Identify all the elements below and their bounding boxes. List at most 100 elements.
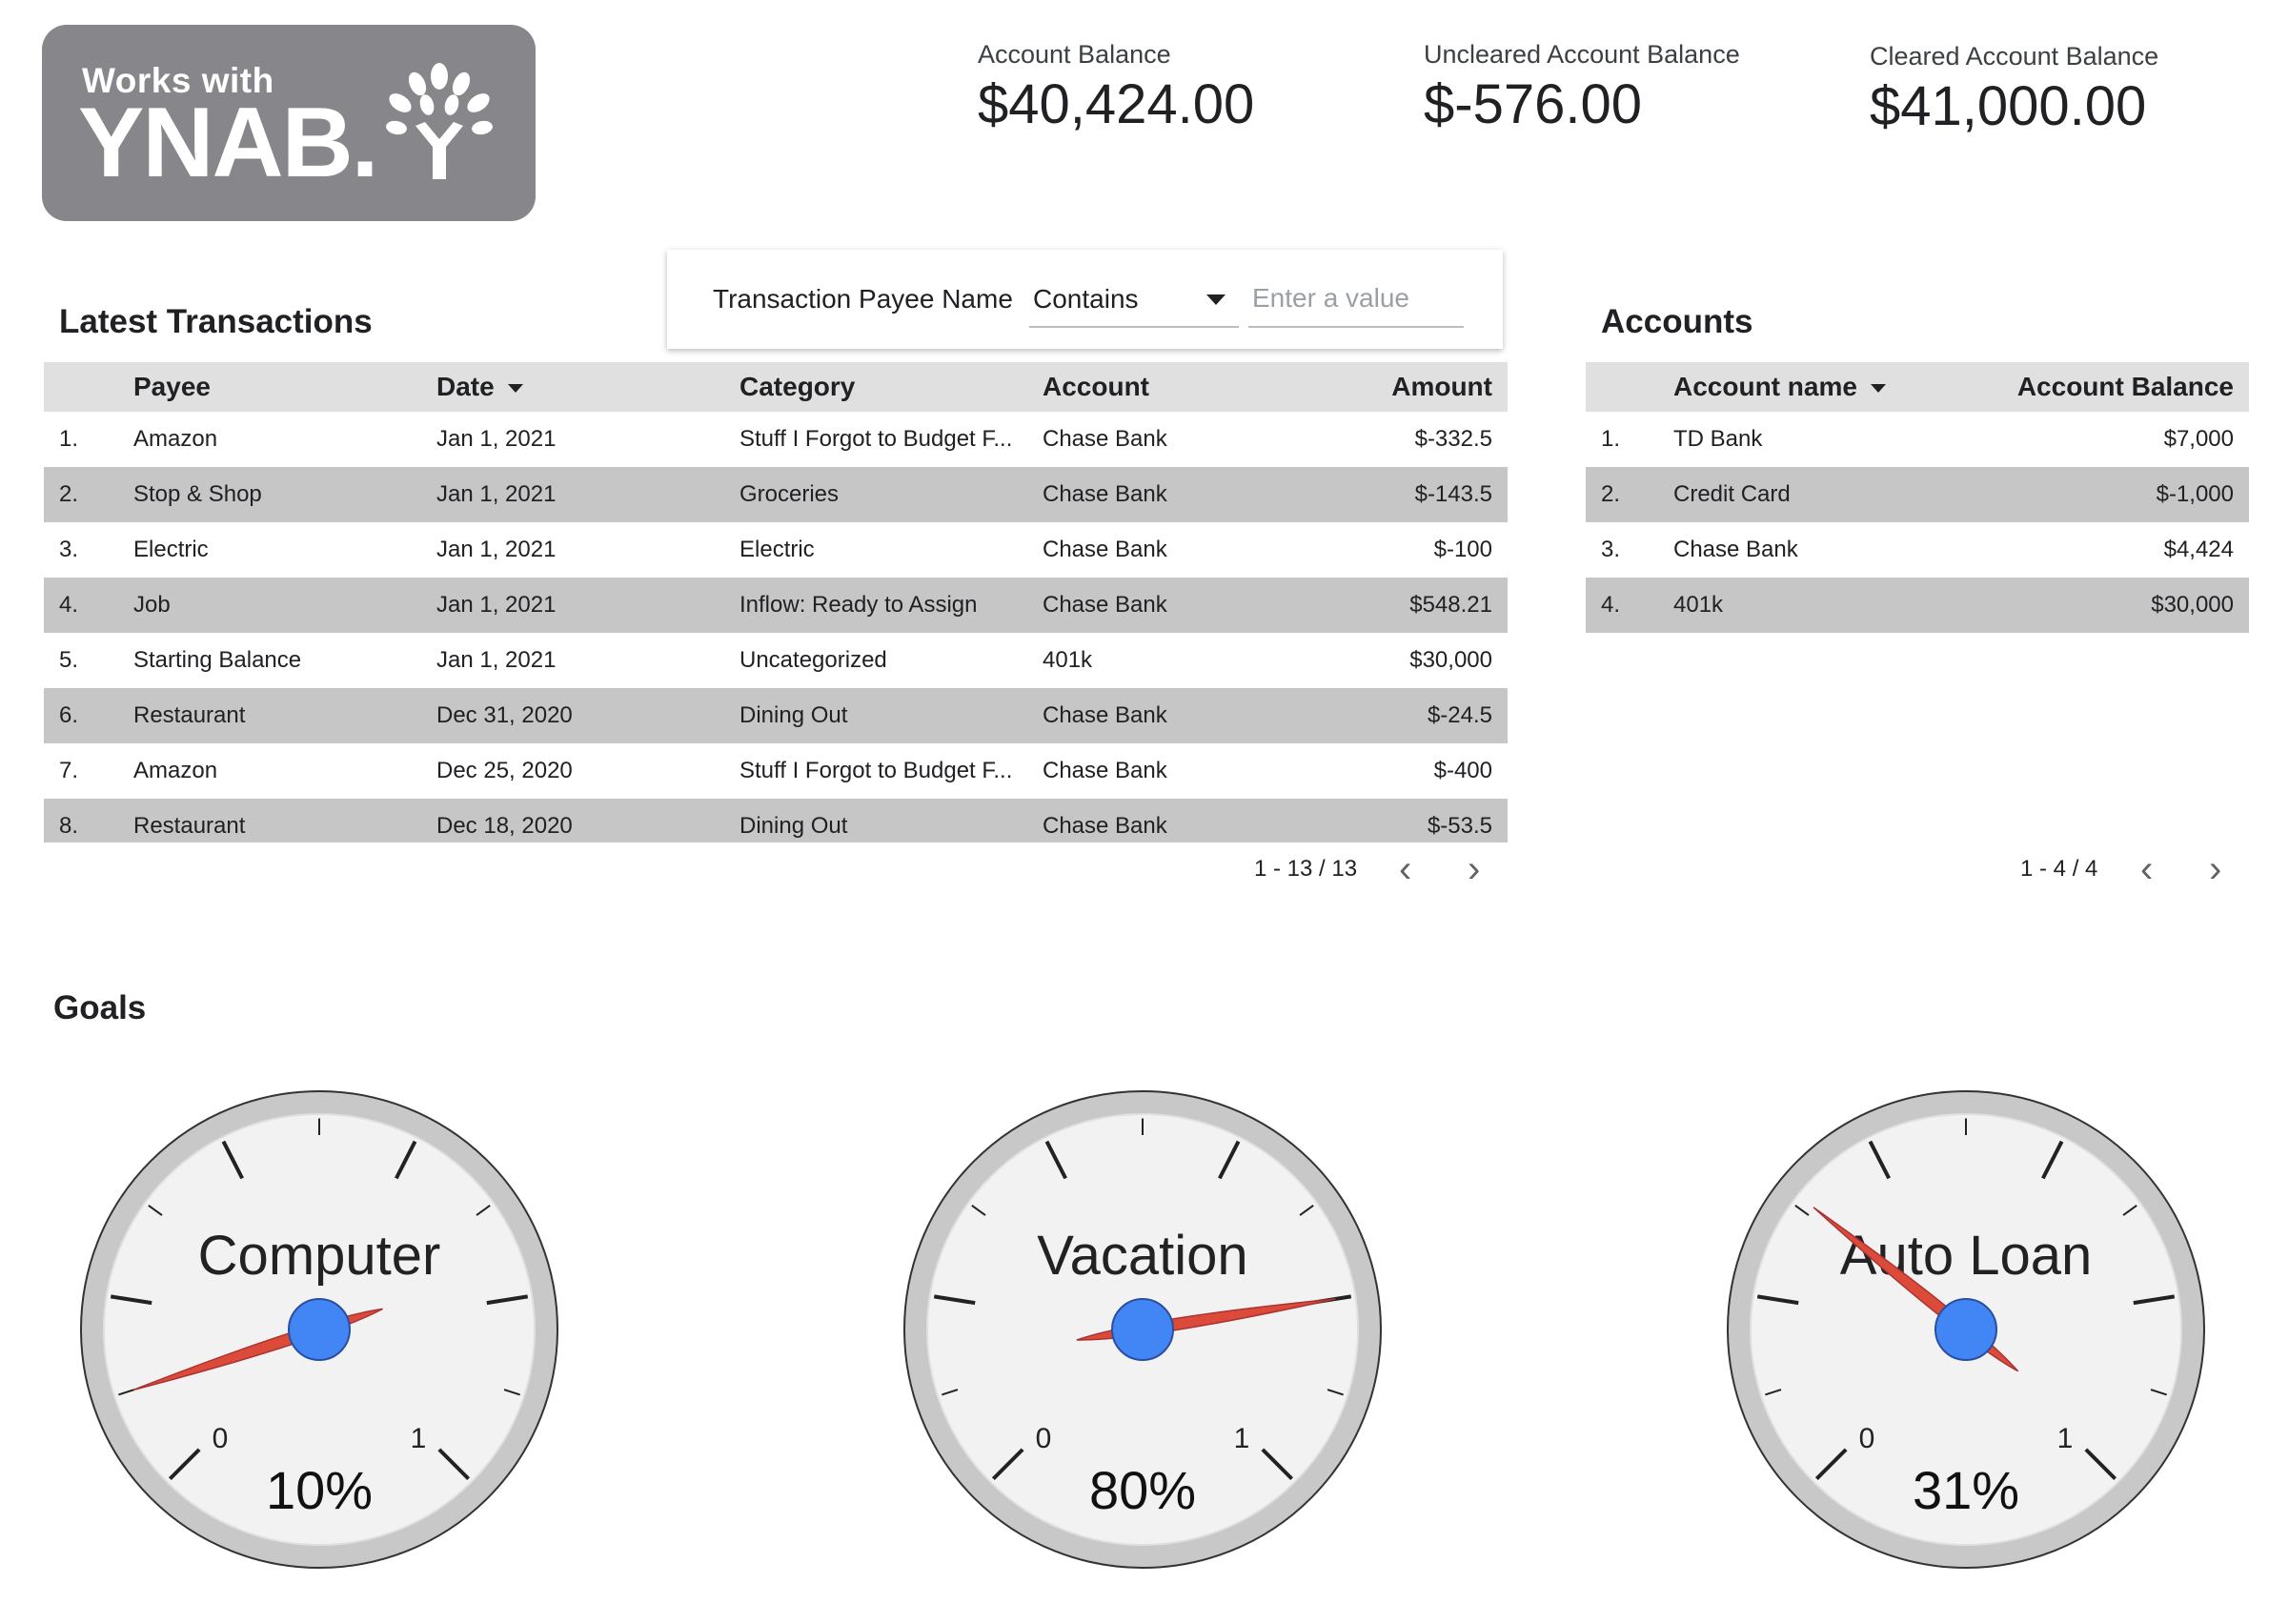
- table-header-row: Account name Account Balance: [1586, 362, 2249, 412]
- gauge-title: Vacation: [1037, 1225, 1247, 1287]
- table-row[interactable]: 6. Restaurant Dec 31, 2020 Dining Out Chase …: [44, 688, 1508, 743]
- amount-cell: $-53.5: [1262, 799, 1508, 842]
- amount-cell: $30,000: [1262, 633, 1508, 688]
- category-cell: Groceries: [739, 467, 1043, 522]
- account-name-cell: Credit Card: [1673, 467, 1978, 522]
- row-index: 7.: [44, 743, 133, 799]
- accounts-body: 1. TD Bank $7,000 2. Credit Card $-1,000 3. Cha…: [1586, 412, 2249, 633]
- account-balance-value: $40,424.00: [978, 73, 1255, 135]
- accounts-table: Account name Account Balance 1. TD Bank $7…: [1586, 362, 2249, 633]
- goal-gauge-vacation: 0 1 Vacation 80%: [903, 1090, 1382, 1569]
- accounts-pagination: 1 - 4 / 4: [2020, 856, 2098, 882]
- header-date[interactable]: Date: [436, 362, 739, 412]
- date-cell: Dec 31, 2020: [436, 688, 739, 743]
- account-cell: Chase Bank: [1043, 467, 1262, 522]
- gauge-value-label: 31%: [1913, 1460, 2019, 1520]
- account-balance-cell: $-1,000: [1978, 467, 2249, 522]
- filter-value-input[interactable]: [1248, 271, 1464, 328]
- prev-page-icon[interactable]: ‹: [1399, 850, 1411, 888]
- date-cell: Jan 1, 2021: [436, 522, 739, 578]
- header-account-balance[interactable]: Account Balance: [1978, 362, 2249, 412]
- payee-cell: Starting Balance: [133, 633, 436, 688]
- amount-cell: $-400: [1262, 743, 1508, 799]
- payee-cell: Amazon: [133, 743, 436, 799]
- amount-cell: $-24.5: [1262, 688, 1508, 743]
- gauge-min-label: 0: [213, 1423, 229, 1454]
- table-row[interactable]: 2. Credit Card $-1,000: [1586, 467, 2249, 522]
- amount-cell: $-143.5: [1262, 467, 1508, 522]
- header-date-label: Date: [436, 372, 495, 401]
- header-payee[interactable]: Payee: [133, 362, 436, 412]
- amount-cell: $-332.5: [1262, 412, 1508, 467]
- table-row[interactable]: 4. 401k $30,000: [1586, 578, 2249, 633]
- row-index: 3.: [1586, 522, 1673, 578]
- transactions-table-container: Payee Date Category Account Amount 1. Ama…: [44, 362, 1508, 842]
- amount-cell: $-100: [1262, 522, 1508, 578]
- next-page-icon[interactable]: ›: [2209, 850, 2221, 888]
- payee-filter-control: Transaction Payee Name Contains: [667, 250, 1503, 349]
- payee-cell: Restaurant: [133, 799, 436, 842]
- category-cell: Stuff I Forgot to Budget F...: [739, 412, 1043, 467]
- payee-cell: Amazon: [133, 412, 436, 467]
- row-index: 8.: [44, 799, 133, 842]
- table-row[interactable]: 4. Job Jan 1, 2021 Inflow: Ready to Assign C…: [44, 578, 1508, 633]
- row-index: 2.: [44, 467, 133, 522]
- gauge-hub: [1935, 1298, 1997, 1361]
- table-row[interactable]: 7. Amazon Dec 25, 2020 Stuff I Forgot to Bu…: [44, 743, 1508, 799]
- category-cell: Stuff I Forgot to Budget F...: [739, 743, 1043, 799]
- table-row[interactable]: 2. Stop & Shop Jan 1, 2021 Groceries Chase B…: [44, 467, 1508, 522]
- cleared-balance-label: Cleared Account Balance: [1870, 42, 2159, 71]
- uncleared-balance-value: $-576.00: [1424, 73, 1642, 135]
- account-name-cell: 401k: [1673, 578, 1978, 633]
- table-row[interactable]: 3. Electric Jan 1, 2021 Electric Chase Bank $…: [44, 522, 1508, 578]
- header-amount[interactable]: Amount: [1262, 362, 1508, 412]
- category-cell: Dining Out: [739, 799, 1043, 842]
- date-cell: Dec 18, 2020: [436, 799, 739, 842]
- row-index: 2.: [1586, 467, 1673, 522]
- transactions-pagination: 1 - 13 / 13: [1254, 856, 1358, 882]
- cleared-balance-value: $41,000.00: [1870, 75, 2147, 137]
- date-cell: Jan 1, 2021: [436, 467, 739, 522]
- account-cell: Chase Bank: [1043, 743, 1262, 799]
- header-account-name[interactable]: Account name: [1673, 362, 1978, 412]
- header-account[interactable]: Account: [1043, 362, 1262, 412]
- table-row[interactable]: 5. Starting Balance Jan 1, 2021 Uncategoriz…: [44, 633, 1508, 688]
- account-cell: Chase Bank: [1043, 578, 1262, 633]
- date-cell: Jan 1, 2021: [436, 412, 739, 467]
- header-category[interactable]: Category: [739, 362, 1043, 412]
- gauge-min-label: 0: [1859, 1423, 1875, 1454]
- amount-cell: $548.21: [1262, 578, 1508, 633]
- row-index: 3.: [44, 522, 133, 578]
- row-index: 6.: [44, 688, 133, 743]
- transactions-title: Latest Transactions: [59, 303, 373, 340]
- accounts-title: Accounts: [1601, 303, 1753, 340]
- date-cell: Jan 1, 2021: [436, 578, 739, 633]
- table-row[interactable]: 3. Chase Bank $4,424: [1586, 522, 2249, 578]
- row-index: 4.: [1586, 578, 1673, 633]
- gauge-min-label: 0: [1036, 1423, 1052, 1454]
- category-cell: Electric: [739, 522, 1043, 578]
- filter-operator-dropdown[interactable]: Contains: [1029, 271, 1239, 328]
- row-index: 4.: [44, 578, 133, 633]
- table-row[interactable]: 1. Amazon Jan 1, 2021 Stuff I Forgot to Bud…: [44, 412, 1508, 467]
- account-balance-cell: $7,000: [1978, 412, 2249, 467]
- account-balance-cell: $4,424: [1978, 522, 2249, 578]
- category-cell: Inflow: Ready to Assign: [739, 578, 1043, 633]
- date-cell: Jan 1, 2021: [436, 633, 739, 688]
- logo-wordmark: YNAB.: [78, 88, 379, 198]
- table-row[interactable]: 1. TD Bank $7,000: [1586, 412, 2249, 467]
- date-cell: Dec 25, 2020: [436, 743, 739, 799]
- prev-page-icon[interactable]: ‹: [2140, 850, 2153, 888]
- gauge-hub: [288, 1298, 351, 1361]
- account-balance-cell: $30,000: [1978, 578, 2249, 633]
- next-page-icon[interactable]: ›: [1468, 850, 1480, 888]
- account-cell: Chase Bank: [1043, 688, 1262, 743]
- gauge-hub: [1111, 1298, 1174, 1361]
- gauge-title: Computer: [198, 1225, 441, 1287]
- goals-title: Goals: [53, 989, 147, 1026]
- header-account-name-label: Account name: [1673, 372, 1857, 401]
- gauge-max-label: 1: [1234, 1423, 1250, 1454]
- table-row[interactable]: 8. Restaurant Dec 18, 2020 Dining Out Chase …: [44, 799, 1508, 842]
- payee-cell: Electric: [133, 522, 436, 578]
- account-balance-label: Account Balance: [978, 40, 1171, 69]
